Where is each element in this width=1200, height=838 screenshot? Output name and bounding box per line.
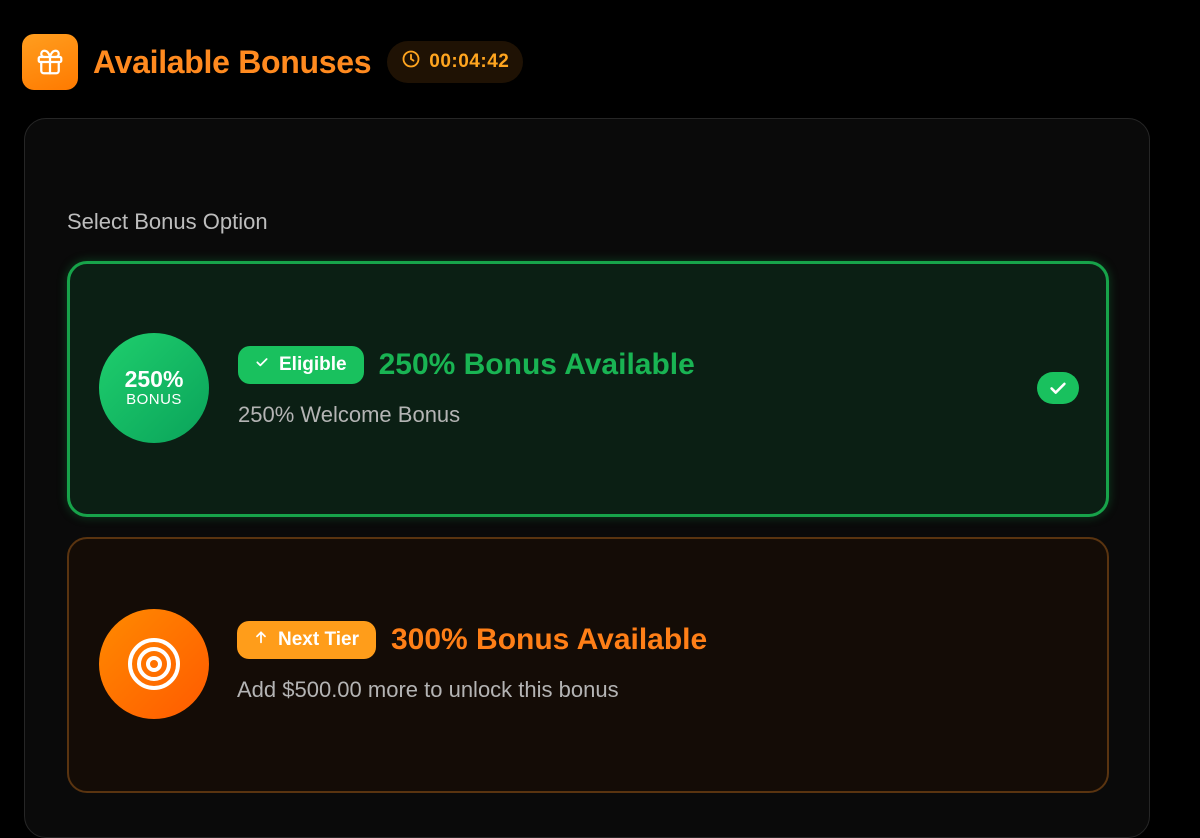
badge-label: Eligible <box>279 354 347 375</box>
bonus-info: Next Tier 300% Bonus Available Add $500.… <box>237 621 707 703</box>
bonus-option-250[interactable]: 250% BONUS Eligible 250% Bonus Available… <box>67 261 1109 517</box>
eligible-badge: Eligible <box>238 346 364 384</box>
section-label: Select Bonus Option <box>67 209 268 234</box>
badge-label: Next Tier <box>278 629 359 650</box>
selected-check-icon <box>1037 372 1079 404</box>
page-title: Available Bonuses <box>93 43 372 80</box>
page-header: Available Bonuses 00:04:42 <box>22 34 524 90</box>
bonus-panel: Select Bonus Option 250% BONUS Eligible … <box>24 118 1150 838</box>
check-icon <box>254 354 270 376</box>
circle-percentage: 250% <box>124 366 184 392</box>
clock-icon <box>401 49 421 75</box>
bonus-headline: 300% Bonus Available <box>390 623 708 656</box>
bonus-option-300[interactable]: Next Tier 300% Bonus Available Add $500.… <box>67 537 1109 793</box>
gift-icon <box>22 34 78 90</box>
target-icon <box>99 609 209 719</box>
bonus-description: Add $500.00 more to unlock this bonus <box>237 677 619 702</box>
bonus-percentage-circle: 250% BONUS <box>99 333 209 443</box>
bonus-headline: 250% Bonus Available <box>378 348 695 381</box>
countdown-timer: 00:04:42 <box>387 41 524 83</box>
bonus-info: Eligible 250% Bonus Available 250% Welco… <box>238 346 695 428</box>
bonus-description: 250% Welcome Bonus <box>238 402 461 427</box>
next-tier-badge: Next Tier <box>237 621 376 659</box>
circle-caption: BONUS <box>126 391 182 408</box>
timer-value: 00:04:42 <box>429 51 510 72</box>
arrow-up-icon <box>253 629 269 651</box>
